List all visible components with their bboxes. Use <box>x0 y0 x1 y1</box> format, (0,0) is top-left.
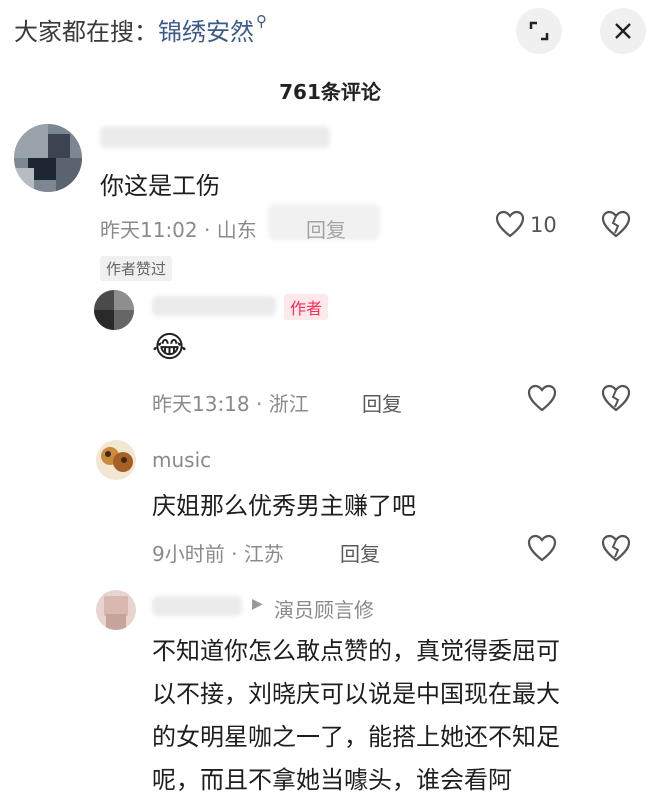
laughing-emoji-icon: 😂 <box>152 330 188 365</box>
avatar-image <box>96 440 136 480</box>
comment-text: 你这是工伤 <box>100 172 220 200</box>
avatar[interactable] <box>96 440 136 480</box>
comment-line: 呢，而且不拿她当噱头，谁会看阿 <box>152 766 512 794</box>
comment-location: 山东 <box>216 218 257 242</box>
comment-time: 昨天11:02 <box>100 218 198 242</box>
avatar[interactable] <box>94 290 134 330</box>
username-blurred <box>152 296 276 316</box>
expand-icon <box>529 21 549 41</box>
author-tag: 作者 <box>284 294 329 320</box>
dislike-button[interactable] <box>598 380 634 416</box>
avatar[interactable] <box>14 124 82 192</box>
comment-meta: 昨天13:18 · 浙江 <box>152 392 309 416</box>
search-term[interactable]: 锦绣安然 <box>158 18 254 46</box>
broken-heart-icon <box>601 534 631 562</box>
close-button[interactable] <box>600 8 646 54</box>
avatar-image <box>96 590 136 630</box>
broken-heart-icon <box>601 210 631 238</box>
reply-button[interactable]: 回复 <box>306 214 346 243</box>
comment-line: 的女明星咖之一了，能搭上她还不知足 <box>152 723 560 751</box>
reply-button[interactable]: 回复 <box>340 538 380 567</box>
dislike-button[interactable] <box>598 206 634 242</box>
heart-icon <box>527 384 557 412</box>
comment-time: 9小时前 <box>152 542 225 566</box>
reply-button[interactable]: 回复 <box>362 388 402 417</box>
like-count: 10 <box>530 213 557 237</box>
search-prefix: 大家都在搜： <box>14 18 158 46</box>
broken-heart-icon <box>601 384 631 412</box>
avatar[interactable] <box>96 590 136 630</box>
heart-icon <box>527 534 557 562</box>
comment-line: 不知道你怎么敢点赞的，真觉得委屈可 <box>152 637 560 665</box>
search-suggestion[interactable]: 大家都在搜：锦绣安然 ⚲ <box>14 12 267 47</box>
close-icon <box>615 23 631 39</box>
expand-button[interactable] <box>516 8 562 54</box>
comment-time: 昨天13:18 <box>152 392 250 416</box>
comment-meta: 9小时前 · 江苏 <box>152 542 284 566</box>
search-icon: ⚲ <box>256 12 267 30</box>
avatar-image <box>14 124 82 192</box>
comment-text: 庆姐那么优秀男主赚了吧 <box>152 492 416 520</box>
comment-location: 江苏 <box>243 542 284 566</box>
dislike-button[interactable] <box>598 530 634 566</box>
username-blurred <box>100 126 330 148</box>
heart-icon <box>495 210 525 238</box>
author-liked-badge: 作者赞过 <box>100 256 173 281</box>
reply-to-username[interactable]: 演员顾言修 <box>274 594 374 623</box>
reply-arrow-icon: ▶ <box>252 596 263 612</box>
avatar-image <box>94 290 134 330</box>
comments-title: 761条评论 <box>279 80 381 104</box>
comment-line: 以不接，刘晓庆可以说是中国现在最大 <box>152 680 560 708</box>
like-button[interactable] <box>524 380 560 416</box>
like-button[interactable] <box>492 206 528 242</box>
like-button[interactable] <box>524 530 560 566</box>
comment-location: 浙江 <box>268 392 309 416</box>
username-blurred <box>152 596 242 616</box>
username[interactable]: music <box>152 448 211 472</box>
comment-meta: 昨天11:02 · 山东 <box>100 218 257 242</box>
comment-text: 不知道你怎么敢点赞的，真觉得委屈可 以不接，刘晓庆可以说是中国现在最大 的女明星… <box>152 630 652 802</box>
